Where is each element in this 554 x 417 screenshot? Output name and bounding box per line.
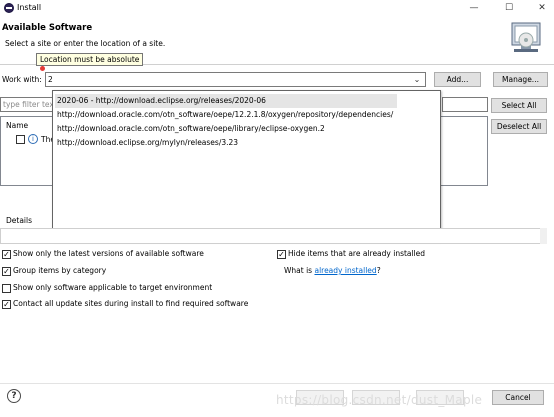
cancel-button[interactable]: Cancel (492, 390, 544, 405)
details-label: Details (6, 216, 33, 225)
deselect-all-button[interactable]: Deselect All (491, 119, 547, 134)
already-installed-suffix: ? (376, 266, 381, 275)
minimize-button[interactable]: — (462, 1, 486, 15)
hide-installed-label: Hide items that are already installed (288, 249, 426, 258)
manage-sites-button[interactable]: Manage... (493, 72, 548, 87)
contact-sites-checkbox[interactable]: ✓ (2, 300, 11, 309)
dropdown-item[interactable]: http://download.oracle.com/otn_software/… (55, 108, 393, 122)
error-tooltip: Location must be absolute (36, 53, 144, 66)
select-all-button[interactable]: Select All (491, 98, 547, 113)
already-installed-line: What is already installed? (284, 266, 381, 275)
latest-versions-checkbox[interactable]: ✓ (2, 250, 11, 259)
footer-separator (0, 383, 554, 384)
details-scrollbar[interactable] (540, 228, 547, 244)
details-area (0, 228, 547, 244)
close-button[interactable]: ✕ (530, 1, 554, 15)
filter-input-right[interactable] (442, 97, 488, 112)
info-icon: i (28, 134, 38, 144)
page-title: Available Software (2, 23, 93, 33)
watermark: https://blog.csdn.net/dust_Maple (276, 393, 483, 407)
already-installed-link[interactable]: already installed (314, 266, 376, 275)
work-with-label: Work with: (2, 75, 42, 84)
group-by-category-checkbox[interactable]: ✓ (2, 267, 11, 276)
target-env-checkbox[interactable] (2, 284, 11, 293)
target-env-label: Show only software applicable to target … (13, 283, 213, 292)
maximize-button[interactable]: ☐ (497, 1, 521, 15)
chevron-down-icon[interactable]: ⌄ (412, 74, 422, 86)
window-title: Install (17, 3, 42, 12)
site-dropdown-list[interactable]: 2020-06 - http://download.eclipse.org/re… (52, 90, 441, 241)
work-with-value[interactable]: 2 (48, 75, 53, 84)
error-icon (40, 66, 45, 71)
work-with-combo[interactable]: 2 ⌄ (45, 72, 426, 87)
latest-versions-label: Show only the latest versions of availab… (13, 249, 204, 258)
group-by-category-label: Group items by category (13, 266, 107, 275)
column-header-name[interactable]: Name (6, 121, 28, 130)
already-installed-prefix: What is (284, 266, 315, 275)
add-site-button[interactable]: Add... (434, 72, 481, 87)
tree-row-checkbox[interactable] (16, 135, 25, 144)
dropdown-item[interactable]: http://download.eclipse.org/mylyn/releas… (55, 136, 238, 150)
help-icon[interactable]: ? (7, 389, 21, 403)
eclipse-app-icon (4, 3, 14, 13)
dropdown-item[interactable]: http://download.oracle.com/otn_software/… (55, 122, 325, 136)
page-subtitle: Select a site or enter the location of a… (5, 39, 166, 48)
install-wizard-icon (511, 22, 541, 52)
hide-installed-checkbox[interactable]: ✓ (277, 250, 286, 259)
dropdown-item[interactable]: 2020-06 - http://download.eclipse.org/re… (55, 94, 397, 108)
contact-sites-label: Contact all update sites during install … (13, 299, 249, 308)
filter-input[interactable]: type filter tex (0, 97, 53, 112)
